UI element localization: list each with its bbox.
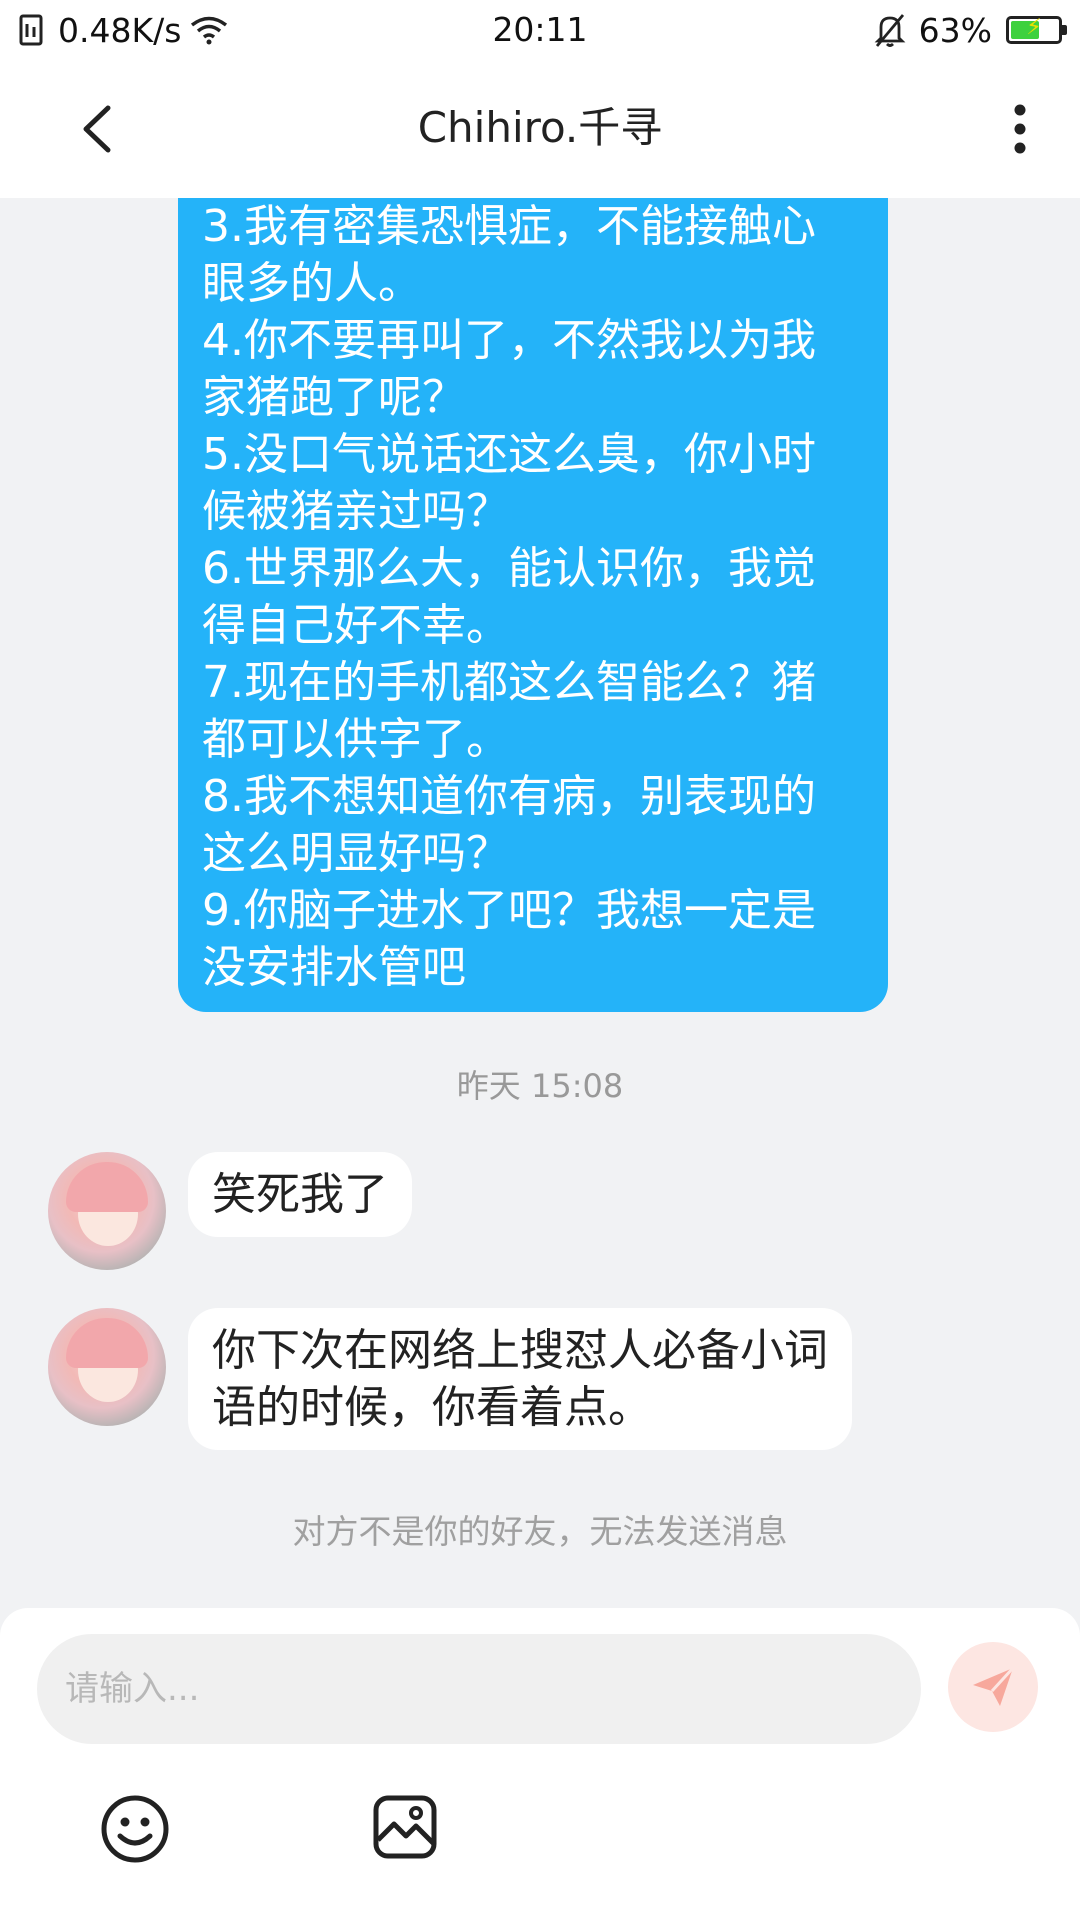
received-message-row: 笑死我了	[48, 1152, 412, 1270]
message-line: 3.我有密集恐惧症，不能接触心	[202, 201, 816, 252]
message-line: 眼多的人。	[202, 258, 422, 309]
message-line: 8.我不想知道你有病，别表现的	[202, 771, 816, 822]
message-line: 笑死我了	[212, 1169, 388, 1220]
emoji-icon[interactable]	[100, 1794, 170, 1864]
battery-percent: 63%	[918, 10, 992, 50]
composer-panel	[0, 1608, 1080, 1920]
avatar[interactable]	[48, 1152, 166, 1270]
received-message-bubble[interactable]: 你下次在网络上搜怼人必备小词 语的时候，你看着点。	[188, 1308, 852, 1450]
mute-bell-icon	[874, 14, 906, 47]
message-line: 5.没口气说话还这么臭，你小时	[202, 429, 816, 480]
status-bar: 0.48K/s 20:11 63% ⚡	[0, 0, 1080, 60]
message-line: 9.你脑子进水了吧？我想一定是	[202, 885, 816, 936]
message-line: 7.现在的手机都这么智能么？猪	[202, 657, 816, 708]
avatar[interactable]	[48, 1308, 166, 1426]
image-icon[interactable]	[372, 1794, 438, 1860]
received-message-bubble[interactable]: 笑死我了	[188, 1152, 412, 1237]
sent-message-bubble[interactable]: 3.我有密集恐惧症，不能接触心 眼多的人。 4.你不要再叫了，不然我以为我 家猪…	[178, 198, 888, 1012]
more-vertical-icon[interactable]	[1000, 96, 1040, 162]
message-line: 语的时候，你看着点。	[212, 1382, 652, 1433]
message-line: 4.你不要再叫了，不然我以为我	[202, 315, 816, 366]
message-line: 你下次在网络上搜怼人必备小词	[212, 1325, 828, 1376]
message-line: 没安排水管吧	[202, 942, 466, 993]
received-message-row: 你下次在网络上搜怼人必备小词 语的时候，你看着点。	[48, 1308, 852, 1450]
message-timestamp: 昨天 15:08	[456, 1067, 624, 1105]
chat-area[interactable]: 3.我有密集恐惧症，不能接触心 眼多的人。 4.你不要再叫了，不然我以为我 家猪…	[0, 198, 1080, 1608]
message-line: 这么明显好吗？	[202, 828, 510, 879]
message-line: 家猪跑了呢？	[202, 372, 466, 423]
message-line: 都可以供字了。	[202, 714, 510, 765]
charging-bolt-icon: ⚡	[1026, 15, 1042, 40]
send-icon	[973, 1666, 1015, 1706]
system-notice: 对方不是你的好友，无法发送消息	[292, 1512, 788, 1551]
status-right: 63% ⚡	[873, 8, 1067, 52]
message-line: 6.世界那么大，能认识你，我觉	[202, 543, 816, 594]
message-line: 候被猪亲过吗？	[202, 486, 510, 537]
message-input[interactable]	[37, 1634, 921, 1744]
message-line: 得自己好不幸。	[202, 600, 510, 651]
chat-title: Chihiro.千寻	[417, 103, 663, 152]
send-button[interactable]	[948, 1642, 1038, 1732]
battery-icon: ⚡	[1006, 15, 1067, 44]
chat-header: Chihiro.千寻	[0, 60, 1080, 198]
